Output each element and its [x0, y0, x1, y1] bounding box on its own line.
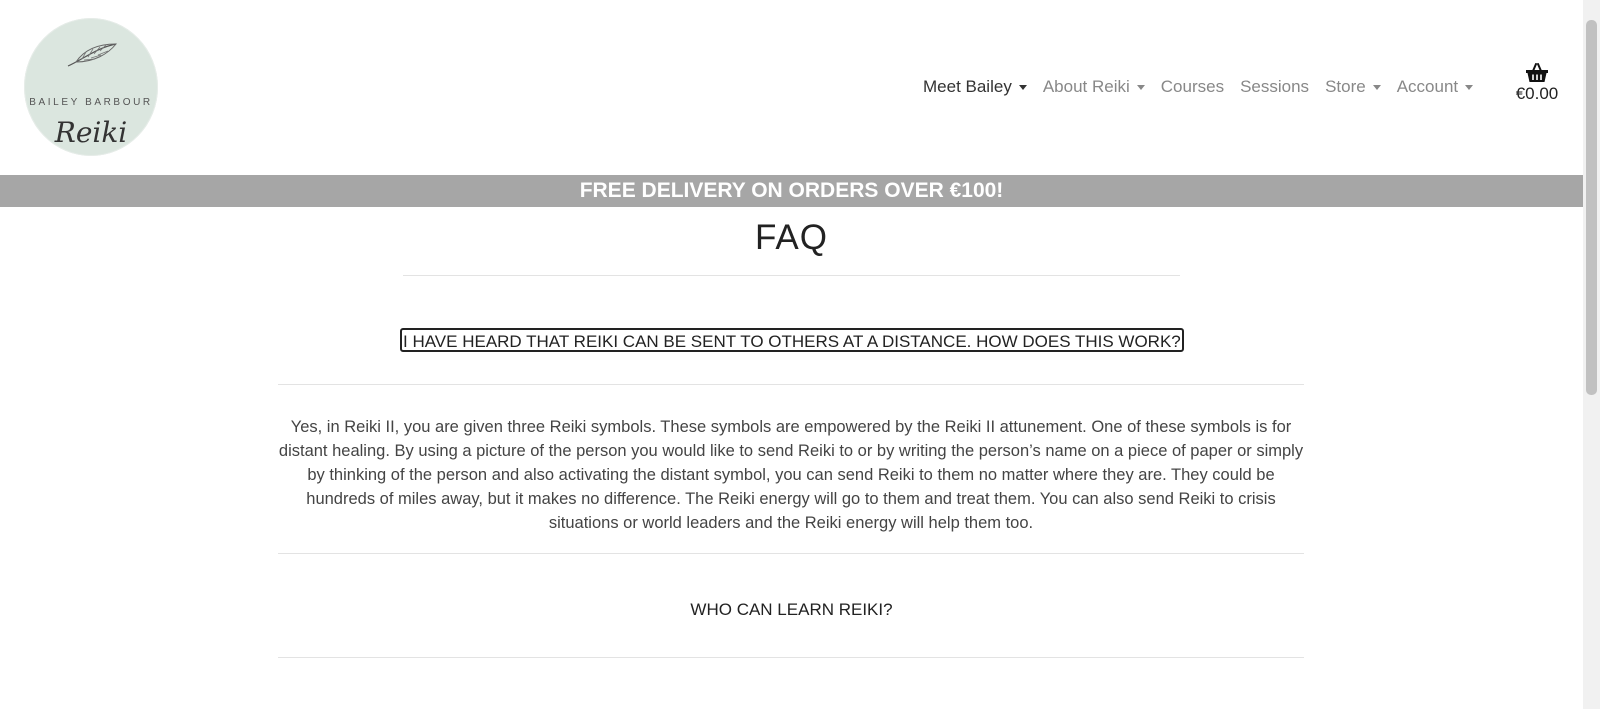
nav-meet-bailey-label: Meet Bailey [923, 77, 1012, 96]
scrollbar-thumb[interactable] [1586, 20, 1597, 395]
faq-answer-distance: Yes, in Reiki II, you are given three Re… [278, 418, 1304, 532]
nav-courses-label: Courses [1160, 77, 1225, 96]
caret-down-icon [1372, 84, 1381, 90]
feather-icon [67, 43, 118, 67]
brand-bottom-text: Reiki [54, 116, 128, 149]
nav-account-label: Account [1396, 77, 1459, 96]
faq-divider [278, 384, 1304, 385]
nav-sessions-label: Sessions [1240, 77, 1310, 96]
title-divider [403, 275, 1180, 276]
nav-store-label: Store [1325, 77, 1366, 96]
main-nav: Meet Bailey About Reiki Courses Sessions… [923, 76, 1489, 98]
nav-sessions[interactable]: Sessions [1240, 77, 1309, 97]
caret-down-icon [1136, 84, 1145, 90]
faq-divider [278, 553, 1304, 554]
cart-link[interactable]: €0.00 [1512, 63, 1562, 104]
basket-icon [1526, 63, 1548, 82]
faq-question-distance[interactable]: I HAVE HEARD THAT REIKI CAN BE SENT TO O… [400, 328, 1184, 352]
site-header: BAILEY BARBOUR Reiki Meet Bailey About R… [0, 0, 1583, 175]
cart-total: €0.00 [1515, 84, 1559, 103]
brand-top-text: BAILEY BARBOUR [29, 97, 153, 108]
nav-about-reiki-label: About Reiki [1042, 77, 1130, 96]
faq-question-who-can-learn[interactable]: WHO CAN LEARN REIKI? [0, 600, 1583, 620]
site-logo[interactable]: BAILEY BARBOUR Reiki [24, 18, 158, 156]
page-title: FAQ [754, 218, 829, 257]
faq-divider [278, 657, 1304, 658]
nav-about-reiki[interactable]: About Reiki [1043, 77, 1145, 97]
caret-down-icon [1465, 84, 1474, 90]
page: BAILEY BARBOUR Reiki Meet Bailey About R… [0, 0, 1583, 709]
delivery-banner: FREE DELIVERY ON ORDERS OVER €100! [0, 175, 1583, 207]
nav-courses[interactable]: Courses [1161, 77, 1224, 97]
nav-store[interactable]: Store [1325, 77, 1381, 97]
page-scrollbar[interactable] [1583, 0, 1600, 709]
caret-down-icon [1018, 84, 1027, 90]
nav-account[interactable]: Account [1396, 77, 1474, 97]
nav-meet-bailey[interactable]: Meet Bailey [923, 77, 1027, 97]
